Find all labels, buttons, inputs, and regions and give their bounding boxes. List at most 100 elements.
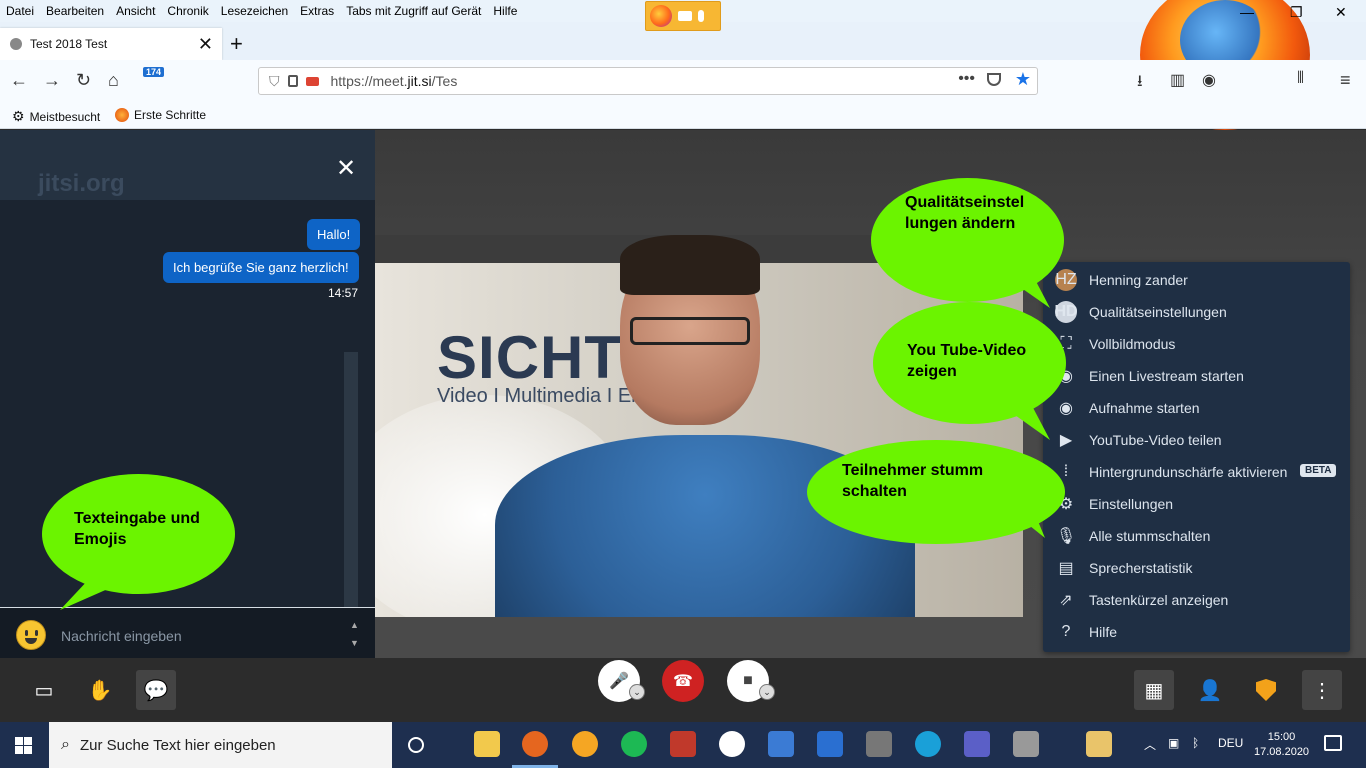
raise-hand-icon[interactable]: ✋ (80, 670, 120, 710)
taskbar-clock[interactable]: 15:00 17.08.2020 (1254, 730, 1309, 760)
callout-line: schalten (842, 483, 907, 500)
back-icon[interactable]: ← (10, 70, 28, 91)
taskbar-search[interactable]: ⌕ Zur Suche Text hier eingeben (49, 722, 392, 768)
tile-view-icon[interactable]: ▦ (1134, 670, 1174, 710)
feather-icon (10, 38, 22, 50)
callout-line: You Tube-Video (907, 342, 1027, 359)
more-options-icon[interactable]: ⋮ (1302, 670, 1342, 710)
url-domain: jit.si (407, 73, 432, 89)
tray-app-icon[interactable]: ▣ (1168, 736, 1179, 750)
new-tab-icon[interactable]: + (230, 31, 243, 57)
page-actions-icon[interactable]: ••• (958, 70, 975, 88)
menu-ansicht[interactable]: Ansicht (116, 4, 155, 18)
notification-center-icon[interactable] (1324, 735, 1342, 751)
app-icon-orange[interactable] (572, 731, 598, 757)
clock-time: 15:00 (1267, 731, 1296, 743)
hangup-button[interactable]: ☎ (662, 660, 704, 702)
security-shield-icon[interactable] (1246, 670, 1286, 710)
screen-share-icon[interactable]: ▭ (24, 670, 64, 710)
callout-quality: Qualitätseinstel lungen ändern (871, 178, 1064, 302)
teams-icon[interactable] (964, 731, 990, 757)
chevron-down-icon[interactable]: ⌄ (759, 684, 775, 700)
screen: Datei Bearbeiten Ansicht Chronik Lesezei… (0, 0, 1366, 768)
pocket-icon[interactable] (987, 73, 1001, 86)
library-icon[interactable]: ⦀ (1297, 70, 1304, 88)
windows-taskbar: ⌕ Zur Suche Text hier eingeben ︿ ▣ ᛒ DEU… (0, 722, 1366, 768)
tab-active[interactable]: Test 2018 Test ✕ (0, 28, 222, 60)
account-icon[interactable]: ◉ (1202, 70, 1216, 90)
bookmark-erste-schritte[interactable]: Erste Schritte (115, 108, 206, 122)
edge-icon[interactable] (915, 731, 941, 757)
callout-line: zeigen (907, 363, 957, 380)
callout-mute: Teilnehmer stumm schalten (807, 440, 1065, 544)
menu-lesezeichen[interactable]: Lesezeichen (221, 4, 288, 18)
meeting-toolbar: ▭ ✋ 💬 🎤 ⌄ ☎ ■ ⌄ ▦ 👤 ⋮ (0, 658, 1366, 722)
menu-chronik[interactable]: Chronik (167, 4, 208, 18)
menu-tabs-geraet[interactable]: Tabs mit Zugriff auf Gerät (346, 4, 481, 18)
forward-icon[interactable]: → (43, 70, 61, 91)
search-placeholder: Zur Suche Text hier eingeben (79, 736, 276, 754)
home-icon[interactable]: ⌂ (108, 70, 119, 91)
url-bar[interactable]: ⛉ https://meet. jit.si/Tes ••• ★ (258, 67, 1038, 95)
tray-chevron-icon[interactable]: ︿ (1144, 736, 1156, 753)
chat-toggle-icon[interactable]: 💬 (136, 670, 176, 710)
hamburger-menu-icon[interactable]: ≡ (1340, 70, 1351, 91)
tab-title: Test 2018 Test (30, 37, 108, 51)
bluetooth-icon[interactable]: ᛒ (1192, 736, 1199, 750)
nav-bar: ← → ↻ ⌂ 174 ⛉ https://meet. jit.si/Tes ••… (0, 60, 1366, 102)
chevron-down-icon[interactable]: ⌄ (629, 684, 645, 700)
firefox-icon (650, 5, 672, 27)
gear-icon: ⚙ (12, 108, 25, 124)
invite-icon[interactable]: 👤 (1190, 670, 1230, 710)
callout-line: Qualitätseinstel (905, 194, 1025, 211)
callout-line: lungen ändern (905, 215, 1016, 232)
microphone-icon (698, 10, 704, 22)
opera-icon[interactable] (719, 731, 745, 757)
lock-icon[interactable] (287, 75, 298, 87)
clock-date: 17.08.2020 (1254, 746, 1310, 758)
minimize-icon[interactable]: — (1240, 4, 1254, 20)
bubble-tails (60, 270, 1050, 610)
menu-bearbeiten[interactable]: Bearbeiten (46, 4, 104, 18)
file-explorer-icon[interactable] (474, 731, 500, 757)
cloud-app-icon[interactable] (817, 731, 843, 757)
bookmark-star-icon[interactable]: ★ (1015, 69, 1031, 90)
firefox-icon (115, 108, 129, 122)
restore-icon[interactable]: ❐ (1290, 4, 1303, 21)
keyboard-language[interactable]: DEU (1218, 736, 1243, 750)
callout-text: Texteingabe und Emojis (42, 474, 235, 594)
sidebar-icon[interactable]: ▥ (1170, 70, 1185, 90)
url-prefix: https://meet. (330, 73, 408, 89)
search-icon: ⌕ (61, 736, 70, 753)
reload-icon[interactable]: ↻ (76, 70, 91, 91)
close-window-icon[interactable]: ✕ (1335, 4, 1347, 21)
sharing-indicator[interactable] (645, 1, 721, 31)
file-icon[interactable] (768, 731, 794, 757)
windows-start-icon[interactable] (15, 737, 32, 754)
firefox-taskbar-icon[interactable] (522, 731, 548, 757)
menu-extras[interactable]: Extras (300, 4, 334, 18)
callout-youtube: You Tube-Video zeigen (873, 302, 1066, 424)
camera-icon (678, 11, 692, 21)
app-icon-gray[interactable] (866, 731, 892, 757)
download-icon[interactable]: ⭳ (1137, 70, 1143, 97)
menu-datei[interactable]: Datei (6, 4, 34, 18)
shield-icon[interactable]: ⛉ (269, 73, 280, 90)
bookmark-label: Erste Schritte (134, 108, 207, 122)
spotify-icon[interactable] (621, 731, 647, 757)
menu-hilfe[interactable]: Hilfe (493, 4, 517, 18)
callout-line: Teilnehmer stumm (842, 462, 984, 479)
app-icon-snip[interactable] (1013, 731, 1039, 757)
extension-badge[interactable]: 174 (143, 67, 165, 77)
close-tab-icon[interactable]: ✕ (198, 34, 213, 55)
bookmarks-bar: ⚙ Meistbesucht Erste Schritte (0, 102, 1366, 129)
jitsi-meeting: jitsi.org ✕ Hallo! Ich begrüße Sie ganz … (0, 130, 1366, 722)
cortana-icon[interactable] (408, 737, 424, 753)
user-folder-icon[interactable] (1086, 731, 1112, 757)
callout-line: Texteingabe und (74, 510, 200, 527)
bookmark-meistbesucht[interactable]: ⚙ Meistbesucht (12, 108, 100, 125)
app-icon-red[interactable] (670, 731, 696, 757)
callout-line: Emojis (74, 531, 127, 548)
bookmark-label: Meistbesucht (29, 109, 101, 124)
camera-permission-icon[interactable] (305, 76, 319, 86)
